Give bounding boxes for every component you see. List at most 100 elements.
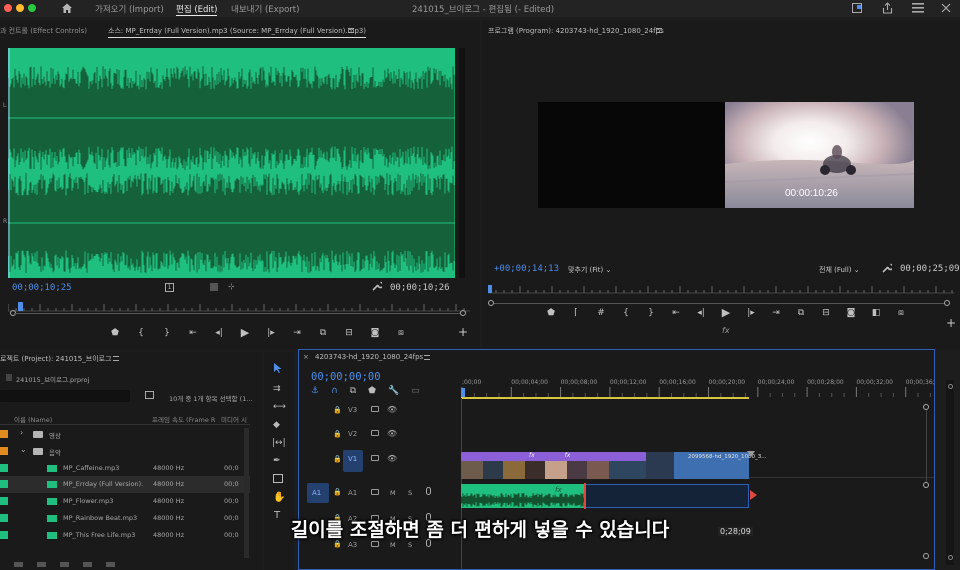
- comparison-icon[interactable]: ◧: [869, 308, 883, 318]
- lock-icon[interactable]: 🔒: [333, 488, 342, 496]
- mark-out-icon[interactable]: }: [160, 328, 174, 338]
- zoom-handle-right[interactable]: [460, 310, 466, 316]
- export-tab[interactable]: 내보내기 (Export): [231, 3, 299, 15]
- trim-handle-icon[interactable]: [750, 490, 757, 500]
- sort-icon[interactable]: [83, 562, 92, 567]
- minimize-window-button[interactable]: [16, 4, 24, 12]
- project-panel-menu-icon[interactable]: [113, 356, 119, 361]
- panel-menu-icon[interactable]: [348, 28, 354, 33]
- zoom-bar[interactable]: [14, 313, 460, 314]
- find-icon[interactable]: [106, 562, 115, 567]
- mark-in-icon[interactable]: {: [134, 328, 148, 338]
- captions-icon[interactable]: ▭: [411, 386, 420, 396]
- home-icon[interactable]: [61, 2, 73, 14]
- program-mini-ruler[interactable]: [488, 282, 954, 294]
- a1-extended-region[interactable]: [585, 484, 749, 508]
- v1-clip-group[interactable]: fx fx: [461, 452, 646, 479]
- go-to-out-icon[interactable]: ⇥: [290, 328, 304, 338]
- disclosure-collapsed-icon[interactable]: ›: [20, 428, 23, 437]
- source-playhead-timecode[interactable]: 00;00;10;25: [12, 283, 72, 293]
- program-panel-menu-icon[interactable]: [656, 28, 662, 33]
- meter-solo-icon[interactable]: [948, 555, 953, 560]
- mark-out-icon[interactable]: }: [644, 308, 658, 318]
- fit-dropdown[interactable]: 맞추기 (Fit) ⌄: [568, 265, 611, 275]
- solo-button[interactable]: S: [408, 489, 412, 497]
- program-playhead[interactable]: [488, 285, 492, 293]
- share-icon[interactable]: [882, 2, 893, 14]
- work-area-bar[interactable]: [461, 397, 749, 399]
- sync-lock-icon[interactable]: [371, 489, 379, 495]
- ripple-edit-tool-icon[interactable]: ⟷: [273, 402, 286, 412]
- timeline-timecode[interactable]: 00;00;00;00: [311, 371, 381, 383]
- close-sequence-icon[interactable]: ×: [303, 353, 309, 361]
- column-media-header[interactable]: 미디어 시: [221, 414, 247, 424]
- new-bin-icon[interactable]: [145, 391, 154, 399]
- eye-icon[interactable]: 👁: [387, 429, 397, 438]
- step-forward-icon[interactable]: |▸: [264, 328, 278, 338]
- add-marker-icon[interactable]: ⬟: [368, 386, 376, 396]
- project-folder-row[interactable]: ⌄ 음악: [0, 443, 250, 460]
- mark-in-icon[interactable]: {: [619, 308, 633, 318]
- sync-lock-icon[interactable]: [371, 455, 379, 461]
- add-marker-icon[interactable]: ⬟: [544, 308, 558, 318]
- list-view-icon[interactable]: [14, 562, 23, 567]
- trim-edge[interactable]: [584, 483, 586, 509]
- disclosure-expanded-icon[interactable]: ⌄: [20, 445, 27, 454]
- drag-audio-icon[interactable]: ⊹: [228, 282, 235, 291]
- play-icon[interactable]: ▶: [719, 306, 733, 319]
- sequence-tab[interactable]: 4203743-hd_1920_1080_24fps: [315, 353, 423, 361]
- button-editor-icon[interactable]: ⧈: [894, 308, 908, 318]
- lock-icon[interactable]: 🔒: [333, 406, 342, 414]
- eye-icon[interactable]: 👁: [387, 454, 397, 463]
- wrench-icon[interactable]: [372, 281, 382, 291]
- freeform-view-icon[interactable]: [60, 562, 69, 567]
- program-playhead-timecode[interactable]: +00;00;14;13: [494, 264, 559, 274]
- workspace-menu-icon[interactable]: [912, 3, 924, 13]
- export-frame-icon[interactable]: ◙: [844, 308, 858, 318]
- track-select-tool-icon[interactable]: ⇉: [273, 384, 281, 394]
- nest-toggle-icon[interactable]: ⚓: [311, 386, 319, 396]
- lift-clip-icon[interactable]: ⧉: [794, 308, 808, 318]
- program-add-button-icon[interactable]: +: [946, 316, 956, 330]
- time-ruler[interactable]: ;00;00 00;00;04;00 00;00;08;00 00;00;12;00 0…: [461, 374, 934, 398]
- button-editor-icon[interactable]: ⧈: [394, 328, 408, 338]
- vertical-scrollbar[interactable]: [926, 410, 927, 482]
- project-item-row[interactable]: MP_Flower.mp3 48000 Hz 00;0: [0, 493, 250, 510]
- column-name-header[interactable]: 이름 (Name): [14, 414, 52, 424]
- close-window-button[interactable]: [4, 4, 12, 12]
- selection-tool-icon[interactable]: [273, 362, 283, 374]
- source-mini-ruler[interactable]: [8, 300, 470, 312]
- vertical-zoom-handle-mid[interactable]: [923, 482, 929, 488]
- hand-tool-icon[interactable]: ✋: [273, 492, 285, 503]
- grid-icon[interactable]: #: [594, 308, 608, 318]
- lock-icon[interactable]: 🔒: [333, 430, 342, 438]
- solo-button[interactable]: S: [408, 541, 412, 549]
- mute-button[interactable]: M: [390, 541, 396, 549]
- insert-icon[interactable]: ⧉: [316, 328, 330, 338]
- audio-waveform-area[interactable]: [8, 48, 455, 278]
- program-wrench-icon[interactable]: [882, 263, 892, 273]
- project-item-row[interactable]: MP_Caffeine.mp3 48000 Hz 00;0: [0, 460, 250, 477]
- go-to-in-icon[interactable]: ⇤: [669, 308, 683, 318]
- project-tab[interactable]: 로젝트 (Project): 241015_브이로그: [0, 354, 112, 364]
- effect-controls-tab[interactable]: 과 컨트롤 (Effect Controls): [0, 26, 87, 36]
- microphone-icon[interactable]: [426, 487, 431, 495]
- meter-solo-icon[interactable]: [948, 384, 953, 389]
- mute-button[interactable]: M: [390, 489, 396, 497]
- step-back-icon[interactable]: ◂|: [694, 308, 708, 318]
- sync-lock-icon[interactable]: [371, 406, 379, 412]
- lift-icon[interactable]: ⌈: [569, 308, 583, 318]
- a1-audio-clip[interactable]: fx: [461, 484, 585, 508]
- program-zoom-handle-right[interactable]: [944, 300, 950, 306]
- add-marker-icon[interactable]: ⬟: [108, 328, 122, 338]
- program-video-frame[interactable]: 00:00:10:26: [725, 102, 914, 208]
- go-to-out-icon[interactable]: ⇥: [769, 308, 783, 318]
- play-icon[interactable]: ▶: [238, 326, 252, 339]
- edit-tab[interactable]: 편집 (Edit): [176, 3, 218, 16]
- pen-tool-icon[interactable]: ✒: [273, 456, 281, 466]
- razor-tool-icon[interactable]: ◆: [273, 420, 280, 430]
- quick-export-icon[interactable]: [852, 3, 862, 13]
- icon-view-icon[interactable]: [37, 562, 46, 567]
- v1-blue-clip[interactable]: 2099568-hd_1920_1080_3...: [646, 452, 766, 479]
- source-tab[interactable]: 소스: MP_Errday (Full Version).mp3 (Source…: [108, 26, 367, 38]
